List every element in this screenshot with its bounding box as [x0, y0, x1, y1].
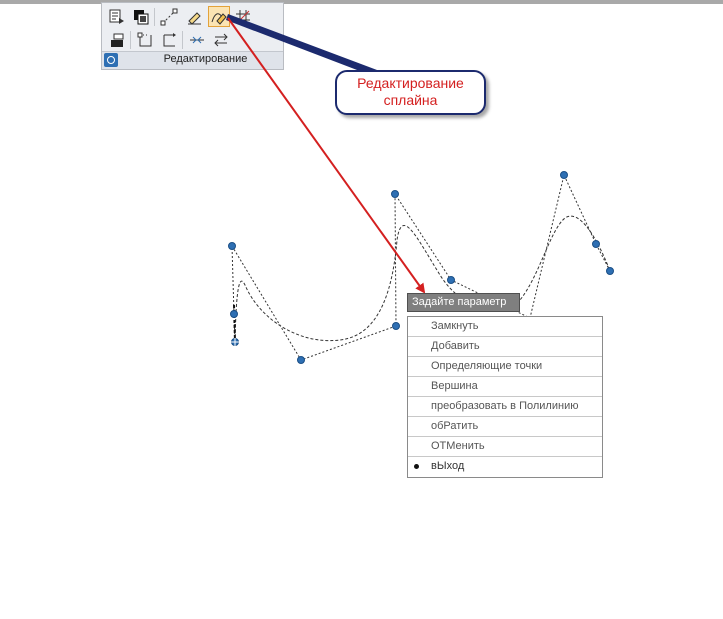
menu-item-label: Замкнуть [431, 320, 479, 332]
menu-item-label: обРатить [431, 420, 479, 432]
menu-item-vertex[interactable]: Вершина [408, 377, 602, 397]
menu-item-add[interactable]: Добавить [408, 337, 602, 357]
grip-point [560, 171, 568, 179]
callout-pointer [226, 14, 385, 78]
menu-item-reverse[interactable]: обРатить [408, 417, 602, 437]
grip-point [391, 190, 399, 198]
grip-point [297, 356, 305, 364]
menu-item-label: Определяющие точки [431, 360, 543, 372]
selected-bullet-icon [414, 464, 419, 469]
menu-item-label: Вершина [431, 380, 478, 392]
menu-item-exit[interactable]: вЫход [408, 457, 602, 477]
grip-point [392, 322, 400, 330]
menu-item-fit-points[interactable]: Определяющие точки [408, 357, 602, 377]
grip-point [592, 240, 600, 248]
menu-item-label: преобразовать в Полилинию [431, 400, 579, 412]
menu-item-close[interactable]: Замкнуть [408, 317, 602, 337]
grip-point [447, 276, 455, 284]
grip-point [228, 242, 236, 250]
menu-item-label: ОТМенить [431, 440, 485, 452]
context-menu: Замкнуть Добавить Определяющие точки Вер… [407, 316, 603, 478]
menu-item-undo[interactable]: ОТМенить [408, 437, 602, 457]
callout-box: Редактирование сплайна [335, 70, 486, 115]
context-menu-title: Задайте параметр [407, 293, 520, 312]
menu-item-label: вЫход [431, 460, 465, 472]
menu-item-convert-polyline[interactable]: преобразовать в Полилинию [408, 397, 602, 417]
menu-item-label: Добавить [431, 340, 480, 352]
callout-line-1: Редактирование [357, 75, 464, 91]
callout-line-2: сплайна [383, 92, 438, 108]
grip-point [606, 267, 614, 275]
red-arrow [227, 17, 426, 294]
spline-start-marker [231, 338, 239, 346]
grip-point [230, 310, 238, 318]
